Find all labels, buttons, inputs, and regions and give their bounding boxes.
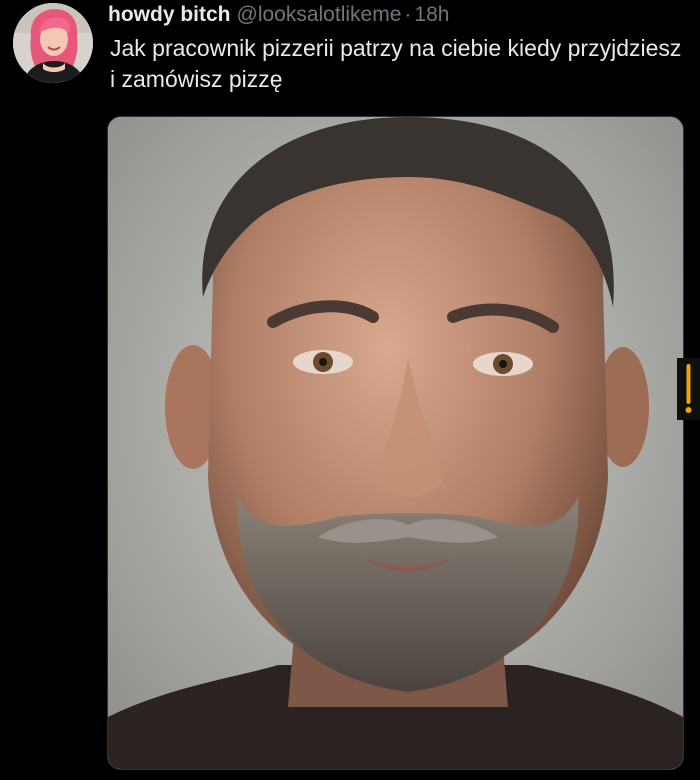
timestamp[interactable]: 18h	[414, 3, 449, 26]
tweet-media-photo[interactable]	[107, 116, 684, 770]
separator-dot: ·	[404, 3, 412, 26]
avatar-image	[13, 3, 93, 83]
display-name[interactable]: howdy bitch	[108, 3, 231, 26]
jeja-watermark	[677, 358, 700, 420]
portrait-image	[108, 117, 683, 769]
user-handle[interactable]: @looksalotlikeme	[237, 3, 402, 26]
jeja-logo-icon	[677, 358, 700, 420]
tweet: howdy bitch @looksalotlikeme · 18h Jak prac…	[0, 0, 700, 780]
avatar[interactable]	[13, 3, 93, 83]
tweet-header: howdy bitch @looksalotlikeme · 18h	[108, 2, 449, 28]
tweet-text: Jak pracownik pizzerii patrzy na ciebie …	[110, 35, 682, 92]
